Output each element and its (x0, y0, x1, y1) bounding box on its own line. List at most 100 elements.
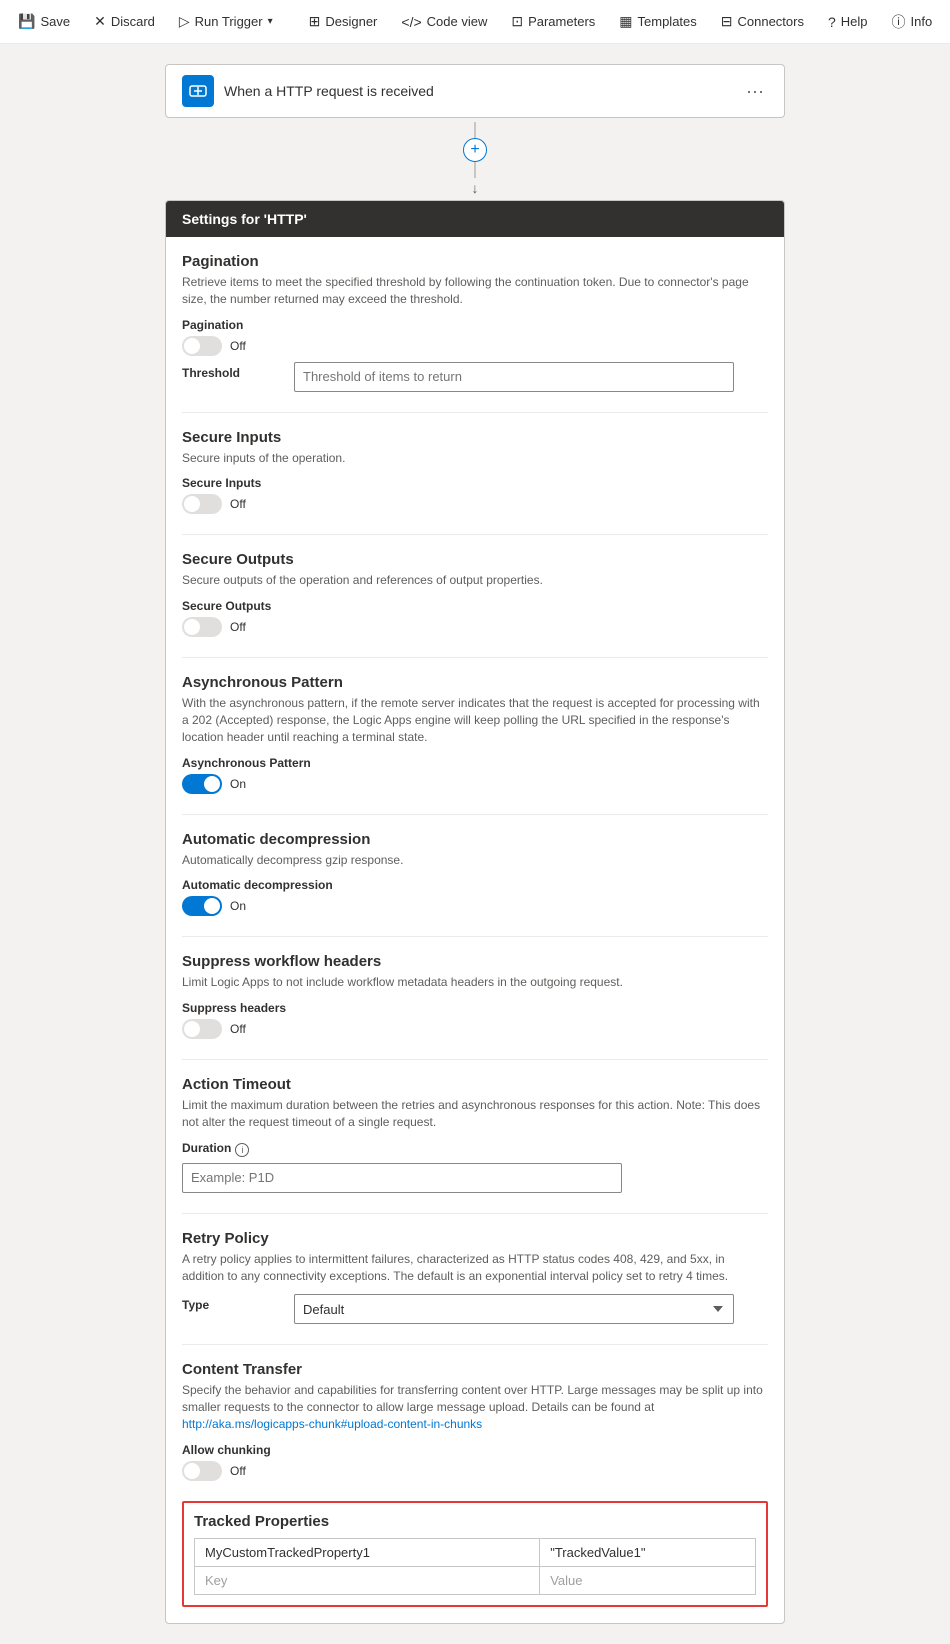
threshold-input[interactable] (294, 362, 734, 392)
connector-arrow: ↓ (472, 180, 479, 196)
table-row: MyCustomTrackedProperty1 "TrackedValue1" (195, 1538, 756, 1566)
async-pattern-toggle-label: On (230, 777, 246, 791)
chunking-toggle-thumb (184, 1463, 200, 1479)
async-pattern-toggle-thumb (204, 776, 220, 792)
secure-inputs-toggle[interactable] (182, 494, 222, 514)
close-icon: ✕ (94, 13, 106, 30)
designer-icon: ⊞ (309, 13, 321, 30)
async-pattern-desc: With the asynchronous pattern, if the re… (182, 695, 768, 745)
async-pattern-title: Asynchronous Pattern (182, 674, 768, 691)
threshold-row: Threshold (182, 362, 768, 392)
tracked-properties-section: Tracked Properties MyCustomTrackedProper… (182, 1501, 768, 1607)
retry-type-label: Type (182, 1294, 282, 1312)
suppress-headers-toggle-row: Off (182, 1019, 768, 1039)
canvas: When a HTTP request is received ··· + ↓ … (0, 44, 950, 1644)
auto-decompress-desc: Automatically decompress gzip response. (182, 852, 768, 869)
templates-button[interactable]: ▦ Templates (609, 7, 706, 36)
parameters-button[interactable]: ⊡ Parameters (501, 7, 605, 36)
help-icon: ? (828, 14, 836, 30)
divider-4 (182, 814, 768, 815)
threshold-label: Threshold (182, 362, 282, 380)
connectors-button[interactable]: ⊟ Connectors (711, 7, 814, 36)
suppress-headers-toggle[interactable] (182, 1019, 222, 1039)
action-timeout-section: Action Timeout Limit the maximum duratio… (182, 1076, 768, 1193)
suppress-headers-desc: Limit Logic Apps to not include workflow… (182, 974, 768, 991)
suppress-headers-section: Suppress workflow headers Limit Logic Ap… (182, 953, 768, 1039)
secure-outputs-toggle[interactable] (182, 617, 222, 637)
auto-decompress-toggle[interactable] (182, 896, 222, 916)
retry-policy-desc: A retry policy applies to intermittent f… (182, 1251, 768, 1285)
tracked-properties-title: Tracked Properties (194, 1513, 756, 1530)
pagination-title: Pagination (182, 253, 768, 270)
save-icon: 💾 (18, 13, 35, 30)
divider-2 (182, 534, 768, 535)
secure-inputs-label: Secure Inputs (182, 476, 768, 490)
pagination-toggle[interactable] (182, 336, 222, 356)
info-button[interactable]: ⓘ Info (882, 6, 943, 38)
divider-5 (182, 936, 768, 937)
retry-policy-section: Retry Policy A retry policy applies to i… (182, 1230, 768, 1325)
tracked-prop-key-2[interactable]: Key (195, 1566, 540, 1594)
content-transfer-title: Content Transfer (182, 1361, 768, 1378)
chunking-toggle[interactable] (182, 1461, 222, 1481)
trigger-block: When a HTTP request is received ··· (165, 64, 785, 118)
pagination-toggle-row: Off (182, 336, 768, 356)
designer-button[interactable]: ⊞ Designer (299, 7, 388, 36)
divider-6 (182, 1059, 768, 1060)
retry-policy-title: Retry Policy (182, 1230, 768, 1247)
secure-outputs-toggle-row: Off (182, 617, 768, 637)
connector-line-bottom (474, 162, 476, 178)
connector: + ↓ (463, 122, 487, 196)
content-transfer-link[interactable]: http://aka.ms/logicapps-chunk#upload-con… (182, 1417, 482, 1431)
chunking-toggle-row: Off (182, 1461, 768, 1481)
tracked-prop-key-1[interactable]: MyCustomTrackedProperty1 (195, 1538, 540, 1566)
secure-inputs-toggle-row: Off (182, 494, 768, 514)
auto-decompress-title: Automatic decompression (182, 831, 768, 848)
retry-type-select[interactable]: Default None Fixed interval Exponential … (294, 1294, 734, 1324)
action-timeout-title: Action Timeout (182, 1076, 768, 1093)
action-timeout-desc: Limit the maximum duration between the r… (182, 1097, 768, 1131)
suppress-headers-toggle-label: Off (230, 1022, 246, 1036)
run-trigger-button[interactable]: ▷ Run Trigger ▾ (169, 7, 283, 36)
add-step-button[interactable]: + (463, 138, 487, 162)
dropdown-chevron-icon: ▾ (268, 16, 273, 27)
trigger-title: When a HTTP request is received (224, 83, 732, 99)
auto-decompress-toggle-row: On (182, 896, 768, 916)
async-pattern-label: Asynchronous Pattern (182, 756, 768, 770)
suppress-headers-toggle-thumb (184, 1021, 200, 1037)
connectors-icon: ⊟ (721, 13, 733, 30)
help-button[interactable]: ? Help (818, 8, 878, 36)
code-view-button[interactable]: </> Code view (391, 8, 497, 36)
async-pattern-toggle-row: On (182, 774, 768, 794)
retry-type-row: Type Default None Fixed interval Exponen… (182, 1294, 768, 1324)
duration-info-icon[interactable]: i (235, 1143, 249, 1157)
play-icon: ▷ (179, 13, 190, 30)
info-icon: ⓘ (892, 12, 906, 32)
secure-outputs-section: Secure Outputs Secure outputs of the ope… (182, 551, 768, 637)
auto-decompress-label: Automatic decompression (182, 878, 768, 892)
code-icon: </> (401, 14, 421, 30)
suppress-headers-label: Suppress headers (182, 1001, 768, 1015)
chunking-label: Allow chunking (182, 1443, 768, 1457)
trigger-icon (182, 75, 214, 107)
secure-outputs-label: Secure Outputs (182, 599, 768, 613)
async-pattern-toggle[interactable] (182, 774, 222, 794)
duration-label: Duration (182, 1141, 231, 1155)
secure-inputs-toggle-thumb (184, 496, 200, 512)
secure-inputs-section: Secure Inputs Secure inputs of the opera… (182, 429, 768, 515)
settings-panel: Settings for 'HTTP' Pagination Retrieve … (165, 200, 785, 1624)
save-button[interactable]: 💾 Save (8, 7, 80, 36)
divider-7 (182, 1213, 768, 1214)
table-row: Key Value (195, 1566, 756, 1594)
duration-input[interactable] (182, 1163, 622, 1193)
chunking-toggle-label: Off (230, 1464, 246, 1478)
trigger-more-button[interactable]: ··· (742, 77, 768, 106)
divider-8 (182, 1344, 768, 1345)
content-transfer-desc: Specify the behavior and capabilities fo… (182, 1382, 768, 1432)
duration-label-row: Duration i (182, 1141, 768, 1159)
pagination-desc: Retrieve items to meet the specified thr… (182, 274, 768, 308)
toolbar: 💾 Save ✕ Discard ▷ Run Trigger ▾ ⊞ Desig… (0, 0, 950, 44)
tracked-prop-value-1[interactable]: "TrackedValue1" (540, 1538, 756, 1566)
tracked-prop-value-2[interactable]: Value (540, 1566, 756, 1594)
discard-button[interactable]: ✕ Discard (84, 7, 165, 36)
